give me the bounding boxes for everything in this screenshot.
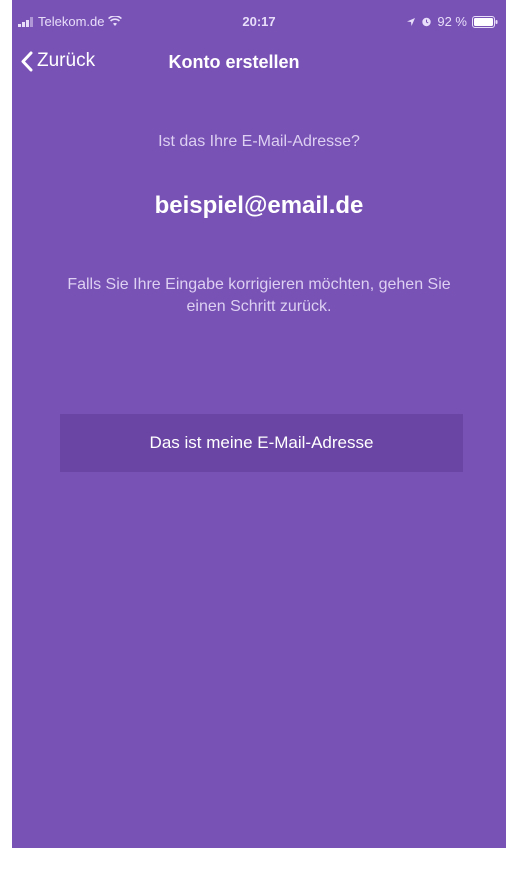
confirm-email-button[interactable]: Das ist meine E-Mail-Adresse bbox=[60, 414, 463, 472]
nav-bar: Zurück Konto erstellen bbox=[12, 40, 506, 84]
battery-icon bbox=[472, 15, 498, 28]
status-bar: Telekom.de 20:17 92 % bbox=[12, 0, 506, 40]
email-question: Ist das Ihre E-Mail-Adresse? bbox=[158, 133, 360, 150]
status-right: 92 % bbox=[406, 14, 498, 29]
email-address: beispiel@email.de bbox=[154, 192, 364, 219]
correction-hint: Falls Sie Ihre Eingabe korrigieren möcht… bbox=[67, 276, 451, 315]
alarm-icon bbox=[422, 17, 432, 27]
location-icon bbox=[407, 17, 416, 26]
battery-percent: 92 % bbox=[437, 14, 467, 29]
page-title-wrap: Konto erstellen bbox=[12, 52, 506, 73]
app-screen: Telekom.de 20:17 92 % Zurück Konto erste… bbox=[12, 0, 506, 848]
page-title: Konto erstellen bbox=[168, 52, 300, 72]
